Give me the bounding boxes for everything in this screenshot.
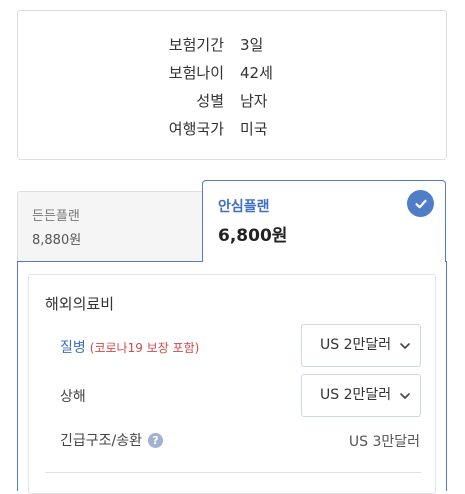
- summary-label: 성별: [196, 92, 224, 110]
- plan-price: 6,800원: [218, 226, 288, 246]
- select-value: US 2만달러: [320, 387, 392, 403]
- select-value: US 2만달러: [320, 337, 392, 353]
- summary-row-country: 여행국가 미국: [18, 119, 446, 139]
- plan-price: 8,880원: [32, 233, 82, 248]
- plan-name: 든든플랜: [32, 209, 80, 224]
- plan-name: 안심플랜: [218, 199, 270, 215]
- question-circle-icon[interactable]: ?: [148, 433, 163, 448]
- emergency-value: US 3만달러: [348, 434, 420, 450]
- row-divider: [45, 472, 421, 473]
- summary-row-age: 보험나이 42세: [18, 63, 446, 83]
- plan-tab-dundeun[interactable]: 든든플랜 8,880원: [17, 191, 203, 261]
- summary-row-period: 보험기간 3일: [18, 35, 446, 55]
- injury-coverage-select[interactable]: US 2만달러: [301, 374, 421, 417]
- emergency-row-label: 긴급구조/송환?: [60, 430, 163, 450]
- insurance-summary-card: 보험기간 3일 보험나이 42세 성별 남자 여행국가 미국: [17, 10, 447, 160]
- tab-divider-line: [17, 261, 203, 262]
- check-circle-icon: [407, 190, 434, 217]
- summary-row-gender: 성별 남자: [18, 91, 446, 111]
- disease-coverage-select[interactable]: US 2만달러: [301, 324, 421, 367]
- chevron-down-icon: [400, 343, 410, 349]
- chevron-down-icon: [400, 393, 410, 399]
- disease-label: 질병: [60, 340, 86, 356]
- disease-row-label: 질병 (코로나19 보장 포함): [60, 337, 199, 357]
- summary-value: 42세: [240, 64, 273, 82]
- summary-label: 여행국가: [168, 120, 224, 138]
- covid-note: (코로나19 보장 포함): [89, 341, 200, 355]
- summary-label: 보험기간: [168, 36, 224, 54]
- injury-row-label: 상해: [60, 389, 86, 405]
- summary-value: 미국: [240, 120, 268, 138]
- summary-label: 보험나이: [168, 64, 224, 82]
- summary-value: 3일: [240, 36, 264, 54]
- plan-tab-ansim[interactable]: 안심플랜 6,800원: [202, 180, 446, 262]
- emergency-label: 긴급구조/송환: [60, 433, 142, 449]
- section-title-medical: 해외의료비: [45, 295, 115, 313]
- summary-value: 남자: [240, 92, 268, 110]
